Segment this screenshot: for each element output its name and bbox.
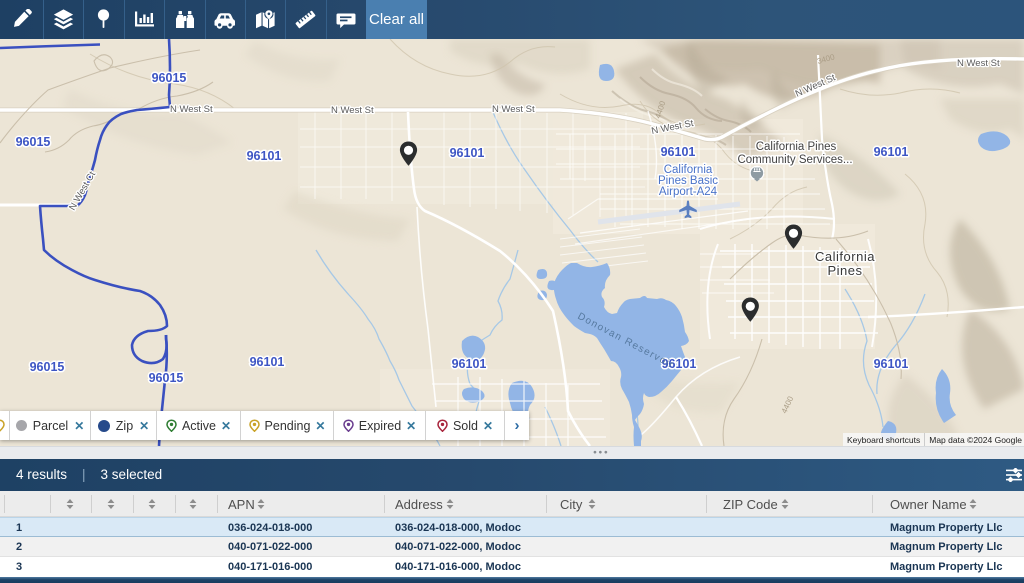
svg-text:N West St: N West St [957,58,1000,69]
svg-text:96015: 96015 [149,371,184,385]
svg-text:96101: 96101 [247,149,282,163]
svg-text:Airport-A24: Airport-A24 [659,186,718,198]
svg-text:Community Services...: Community Services... [737,154,852,166]
svg-text:California: California [815,249,875,264]
svg-text:96015: 96015 [30,360,65,374]
svg-text:California Pines: California Pines [756,141,837,153]
svg-text:96101: 96101 [874,145,909,159]
svg-text:N West St: N West St [331,105,374,116]
svg-text:96101: 96101 [661,145,696,159]
svg-text:96015: 96015 [16,135,51,149]
svg-text:96101: 96101 [250,355,285,369]
svg-text:N West St: N West St [170,104,213,115]
svg-text:96101: 96101 [452,357,487,371]
svg-text:N West St: N West St [492,104,535,115]
svg-text:96101: 96101 [874,357,909,371]
svg-text:96101: 96101 [450,146,485,160]
svg-text:96015: 96015 [152,71,187,85]
svg-text:Pines: Pines [827,263,862,278]
